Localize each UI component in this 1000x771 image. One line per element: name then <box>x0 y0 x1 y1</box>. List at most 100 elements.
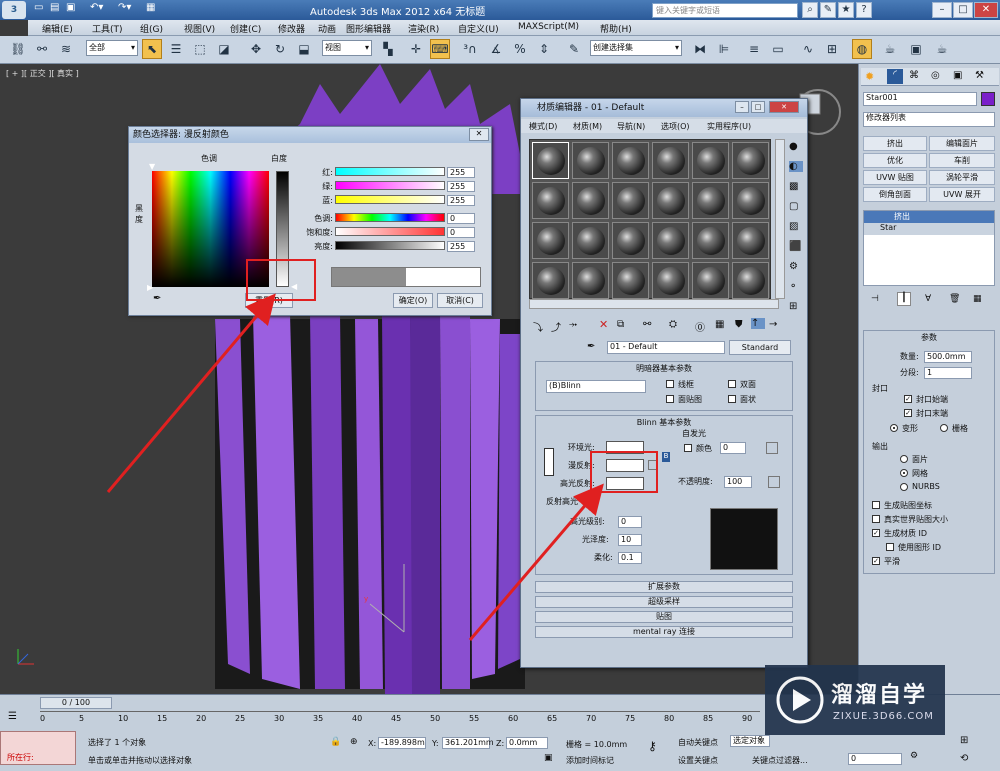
select-by-material-icon[interactable]: ⚬ <box>789 281 797 292</box>
output-mesh-radio[interactable] <box>900 469 908 477</box>
set-key-button[interactable]: 设置关键点 <box>678 755 718 766</box>
layer-manager-icon[interactable]: ≡ <box>744 39 764 59</box>
gen-mat-id-checkbox[interactable]: ✓ <box>872 529 880 537</box>
mirror-icon[interactable]: ⧓ <box>690 39 710 59</box>
pick-material-icon[interactable]: ✒ <box>587 341 595 352</box>
window-crossing-icon[interactable]: ◪ <box>214 39 234 59</box>
mat-menu-utilities[interactable]: 实用程序(U) <box>707 121 751 132</box>
time-tag-icon[interactable]: ▣ <box>544 753 553 763</box>
key-icon[interactable]: ⚷ <box>648 739 657 753</box>
sample-slot[interactable] <box>532 262 569 299</box>
sample-hscrollbar[interactable] <box>529 299 779 309</box>
assign-material-icon[interactable]: ⤞ <box>569 319 577 330</box>
selection-filter-dropdown[interactable]: 全部 <box>86 40 138 56</box>
show-end-result-mat-icon[interactable]: ⛊ <box>735 319 743 330</box>
output-nurbs-radio[interactable] <box>900 483 908 491</box>
redo-icon[interactable]: ↷▾ <box>118 2 131 18</box>
rotate-icon[interactable]: ↻ <box>270 39 290 59</box>
menu-customize[interactable]: 自定义(U) <box>458 22 499 35</box>
selected-set-dropdown[interactable]: 选定对象 <box>730 735 770 747</box>
undo-icon[interactable]: ↶▾ <box>90 2 103 18</box>
percent-snap-icon[interactable]: % <box>510 39 530 59</box>
zoom-extents-icon[interactable]: ⊞ <box>960 735 968 746</box>
app-logo-icon[interactable]: 3 <box>2 1 26 19</box>
unwrap-uvw-button[interactable]: UVW 展开 <box>929 187 995 202</box>
menu-help[interactable]: 帮助(H) <box>600 22 632 35</box>
current-frame-field[interactable]: 0 <box>848 753 902 765</box>
render-production-icon[interactable]: ☕ <box>932 39 952 59</box>
menu-views[interactable]: 视图(V) <box>184 22 215 35</box>
menu-modifiers[interactable]: 修改器 <box>278 22 305 35</box>
angle-snap-icon[interactable]: ∡ <box>486 39 506 59</box>
remove-modifier-icon[interactable]: 🗑 <box>949 294 960 304</box>
use-shape-id-checkbox[interactable] <box>886 543 894 551</box>
sample-slot[interactable] <box>612 142 649 179</box>
maxscript-listener[interactable]: 所在行: <box>0 731 76 765</box>
snap-toggle-icon[interactable]: ³∩ <box>460 39 480 59</box>
binoculars-icon[interactable]: ⌕ <box>802 2 818 18</box>
blackness-pointer-icon[interactable]: ▶ <box>147 283 153 292</box>
named-selection-dropdown[interactable]: 创建选择集 <box>590 40 682 56</box>
scale-icon[interactable]: ⬓ <box>294 39 314 59</box>
uv-tiling-icon[interactable]: ▢ <box>789 201 798 212</box>
eyedropper-icon[interactable]: ✒ <box>153 293 161 304</box>
red-field[interactable]: 255 <box>447 167 475 178</box>
track-bar-icon[interactable]: ☰ <box>8 711 17 722</box>
supersampling-rollout[interactable]: 超级采样 <box>535 596 793 608</box>
close-button[interactable]: ✕ <box>974 2 998 18</box>
rect-selection-icon[interactable]: ⬚ <box>190 39 210 59</box>
sample-slot[interactable] <box>732 262 769 299</box>
sample-slot[interactable] <box>572 142 609 179</box>
time-config-icon[interactable]: ⚙ <box>910 751 918 761</box>
sample-slot[interactable] <box>652 182 689 219</box>
make-unique-icon[interactable]: ∀ <box>925 294 931 304</box>
video-color-icon[interactable]: ▨ <box>789 221 798 232</box>
get-material-icon[interactable]: ⤵ <box>533 319 543 334</box>
move-icon[interactable]: ✥ <box>246 39 266 59</box>
turbosmooth-button[interactable]: 涡轮平滑 <box>929 170 995 185</box>
ribbon-icon[interactable]: ▭ <box>768 39 788 59</box>
rendered-frame-icon[interactable]: ▣ <box>906 39 926 59</box>
modify-tab-icon[interactable]: ◜ <box>887 69 903 84</box>
green-field[interactable]: 255 <box>447 181 475 192</box>
two-sided-checkbox[interactable] <box>728 380 736 388</box>
sample-slot[interactable] <box>532 222 569 259</box>
glossiness-field[interactable]: 10 <box>618 534 642 546</box>
edit-named-sel-icon[interactable]: ✎ <box>564 39 584 59</box>
go-sibling-icon[interactable]: → <box>769 319 777 330</box>
menu-group[interactable]: 组(G) <box>140 22 163 35</box>
orbit-icon[interactable]: ⟲ <box>960 753 968 764</box>
put-to-scene-icon[interactable]: ⤴ <box>551 319 561 334</box>
key-filters-button[interactable]: 关键点过滤器... <box>752 755 808 766</box>
mat-menu-modes[interactable]: 模式(D) <box>529 121 557 132</box>
blue-field[interactable]: 255 <box>447 195 475 206</box>
optimize-button[interactable]: 优化 <box>863 153 927 168</box>
sample-type-icon[interactable]: ● <box>789 141 798 152</box>
value-slider[interactable] <box>335 241 445 250</box>
mat-menu-options[interactable]: 选项(O) <box>661 121 690 132</box>
lock-selection-icon[interactable]: 🔒 <box>330 737 341 747</box>
keyboard-shortcut-icon[interactable]: ⌨ <box>430 39 450 59</box>
unlink-icon[interactable]: ⚯ <box>32 39 52 59</box>
extrude-button[interactable]: 挤出 <box>863 136 927 151</box>
open-file-icon[interactable]: ▤ <box>50 2 59 18</box>
help-icon[interactable]: ? <box>856 2 872 18</box>
shader-type-dropdown[interactable]: (B)Blinn <box>546 380 646 393</box>
new-file-icon[interactable]: ▭ <box>34 2 43 18</box>
sample-slot[interactable] <box>652 222 689 259</box>
sample-slot[interactable] <box>572 182 609 219</box>
menu-maxscript[interactable]: MAXScript(M) <box>518 22 579 32</box>
absolute-mode-icon[interactable]: ⊕ <box>350 737 358 747</box>
create-tab-icon[interactable]: ✹ <box>865 70 874 83</box>
auto-key-button[interactable]: 自动关键点 <box>678 737 718 748</box>
schematic-view-icon[interactable]: ⊞ <box>822 39 842 59</box>
hue-field-value[interactable]: 0 <box>447 213 475 224</box>
mat-maximize-button[interactable]: □ <box>751 101 765 113</box>
select-by-name-icon[interactable]: ☰ <box>166 39 186 59</box>
lock-map-icon[interactable]: B <box>662 452 670 462</box>
saturation-slider[interactable] <box>335 227 445 236</box>
mat-menu-navigation[interactable]: 导航(N) <box>617 121 645 132</box>
sample-slot[interactable] <box>732 182 769 219</box>
extended-params-rollout[interactable]: 扩展参数 <box>535 581 793 593</box>
make-preview-icon[interactable]: ⬛ <box>789 241 801 252</box>
